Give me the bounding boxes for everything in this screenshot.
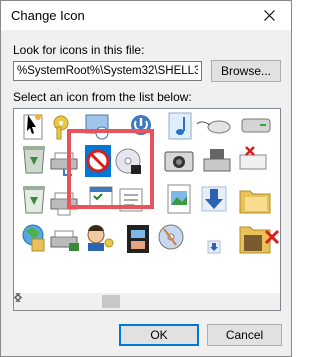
folder-icon[interactable]: [239, 190, 271, 214]
recycle-bin-empty-icon[interactable]: [23, 186, 45, 214]
music-note-icon[interactable]: [168, 112, 192, 140]
document-cursor-icon[interactable]: [23, 114, 43, 140]
close-icon: [263, 10, 275, 21]
change-icon-dialog: Change Icon Look for icons in this file:…: [0, 0, 292, 357]
cancel-button[interactable]: Cancel: [207, 324, 282, 346]
network-disconnected-icon[interactable]: [239, 146, 267, 170]
icon-file-path-input[interactable]: [13, 61, 202, 81]
film-strip-icon[interactable]: [127, 225, 149, 253]
hard-drive-icon[interactable]: [241, 118, 271, 133]
select-icon-label: Select an icon from the list below:: [13, 90, 192, 104]
folder-red-x-icon[interactable]: [239, 226, 280, 254]
recycle-bin-full-icon[interactable]: [23, 146, 45, 174]
user-key-icon[interactable]: [87, 225, 114, 251]
dialog-title: Change Icon: [11, 8, 85, 23]
download-arrow-icon[interactable]: [201, 186, 227, 212]
keys-icon[interactable]: [53, 115, 69, 140]
camera-icon[interactable]: [164, 151, 194, 172]
ok-button[interactable]: OK: [119, 324, 199, 346]
title-bar: Change Icon: [1, 1, 291, 30]
network-folder-icon[interactable]: [22, 224, 45, 252]
cd-media-icon[interactable]: [158, 224, 184, 250]
close-button[interactable]: [247, 1, 291, 30]
scrollbar-thumb[interactable]: [102, 295, 120, 308]
scroll-right-arrow-icon[interactable]: [14, 293, 22, 302]
horizontal-scrollbar[interactable]: [14, 293, 280, 310]
look-for-label: Look for icons in this file:: [13, 43, 145, 57]
download-small-icon[interactable]: [207, 240, 221, 254]
mouse-icon[interactable]: [196, 120, 231, 134]
printer-user-icon[interactable]: [50, 230, 79, 251]
browse-button[interactable]: Browse...: [211, 60, 281, 82]
printer-fax-icon[interactable]: [203, 149, 231, 172]
icon-list[interactable]: [13, 108, 281, 311]
picture-document-icon[interactable]: [167, 184, 191, 214]
selection-highlight-annotation: [67, 129, 154, 209]
